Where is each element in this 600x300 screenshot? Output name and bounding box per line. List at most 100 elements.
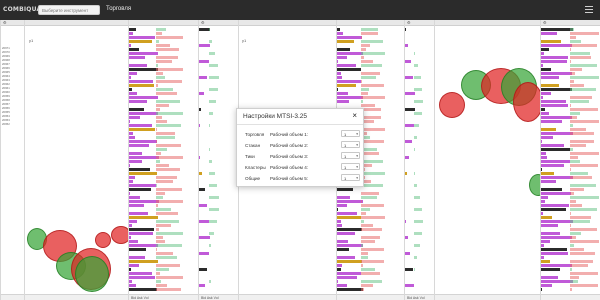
ask-volume-bar xyxy=(570,108,598,111)
bid-volume-bar xyxy=(541,280,573,283)
bid-volume-bar xyxy=(129,188,151,191)
volume-select-3[interactable]: 1 ▾ xyxy=(341,152,360,159)
ask-volume-bar xyxy=(156,48,179,51)
ask-volume-bar xyxy=(361,260,384,263)
volume-select-1[interactable]: 1 ▾ xyxy=(341,130,360,137)
ask-volume-bar xyxy=(209,112,213,115)
volume-select-4[interactable]: 1 ▾ xyxy=(341,163,360,170)
bid-volume-bar xyxy=(129,152,142,155)
instrument-select[interactable]: Выберите инструмент xyxy=(38,5,100,15)
ask-volume-bar xyxy=(570,40,581,43)
ask-volume-bar xyxy=(570,192,574,195)
ask-volume-bar xyxy=(361,32,378,35)
bid-volume-bar xyxy=(129,268,131,271)
ask-volume-bar xyxy=(414,52,415,55)
ask-volume-bar xyxy=(361,76,376,79)
bid-volume-bar xyxy=(541,192,571,195)
bid-volume-bar xyxy=(129,92,137,95)
bid-volume-bar xyxy=(199,284,205,287)
ask-volume-bar xyxy=(156,32,162,35)
bid-volume-bar xyxy=(541,144,564,147)
setting-label: Рабочий объем 5: xyxy=(270,176,309,181)
ask-volume-bar xyxy=(361,104,375,107)
bid-volume-bar xyxy=(129,196,140,199)
ask-volume-bar xyxy=(414,208,422,211)
bid-volume-bar xyxy=(405,172,407,175)
volume-select-5[interactable]: 1 ▾ xyxy=(341,174,360,181)
setting-tab-general[interactable]: Общие xyxy=(245,176,260,181)
bid-volume-bar xyxy=(337,264,342,267)
settings-icon[interactable]: ⚙ xyxy=(407,20,411,25)
ask-volume-bar xyxy=(570,220,590,223)
bid-volume-bar xyxy=(541,164,564,167)
settings-icon[interactable]: ⚙ xyxy=(201,20,205,25)
bid-volume-bar xyxy=(129,40,152,43)
ask-volume-bar xyxy=(414,172,415,175)
footer-ask-label: Ask xyxy=(206,296,213,300)
chevron-down-icon: ▾ xyxy=(356,132,358,136)
ask-volume-bar xyxy=(156,120,167,123)
ask-volume-bar xyxy=(414,112,422,115)
bid-volume-bar xyxy=(541,132,573,135)
ask-volume-bar xyxy=(361,36,362,39)
ask-volume-bar xyxy=(570,104,571,107)
setting-tab-book[interactable]: Стакан xyxy=(245,143,260,148)
bid-volume-bar xyxy=(129,136,135,139)
setting-tab-clusters[interactable]: Кластеры xyxy=(245,165,266,170)
ask-volume-bar xyxy=(209,124,210,127)
ask-volume-bar xyxy=(361,40,383,43)
bid-volume-bar xyxy=(199,268,207,271)
close-icon[interactable]: × xyxy=(352,111,357,120)
ask-volume-bar xyxy=(156,148,167,151)
ask-volume-bar xyxy=(156,268,169,271)
menu-icon[interactable] xyxy=(585,6,593,13)
setting-tab-trading[interactable]: Торговля xyxy=(245,132,264,137)
bid-volume-bar xyxy=(337,100,349,103)
bid-volume-bar xyxy=(541,116,572,119)
bid-volume-bar xyxy=(541,284,552,287)
bid-volume-bar xyxy=(129,48,139,51)
footer-bid-label: Bid xyxy=(131,296,137,300)
bid-volume-bar xyxy=(129,116,140,119)
ask-volume-bar xyxy=(156,232,183,235)
ask-volume-bar xyxy=(361,288,364,291)
ask-volume-bar xyxy=(209,220,217,223)
bid-volume-bar xyxy=(129,232,153,235)
ask-volume-bar xyxy=(156,72,163,75)
ask-volume-bar xyxy=(570,48,571,51)
top-bar: COMBIQUANT Выберите инструмент Торговля xyxy=(0,0,600,20)
volume-select-2[interactable]: 1 ▾ xyxy=(341,141,360,148)
ask-volume-bar xyxy=(361,236,380,239)
ask-volume-bar xyxy=(570,208,597,211)
panel-dom: ⚙ Bid Ask Vol xyxy=(198,20,238,300)
footer-ask-label: Ask xyxy=(136,296,143,300)
bid-volume-bar xyxy=(541,52,544,55)
ask-volume-bar xyxy=(570,264,588,267)
bid-volume-bar xyxy=(199,92,204,95)
bid-volume-bar xyxy=(199,124,200,127)
bid-volume-bar xyxy=(541,72,572,75)
ask-volume-bar xyxy=(156,248,157,251)
bid-volume-bar xyxy=(199,236,210,239)
chevron-down-icon: ▾ xyxy=(356,165,358,169)
bid-volume-bar xyxy=(129,88,132,91)
ask-volume-bar xyxy=(209,244,211,247)
ask-volume-bar xyxy=(570,236,576,239)
bid-volume-bar xyxy=(337,196,350,199)
panel-cluster-bars-3: ⚙ xyxy=(540,20,600,300)
ask-volume-bar xyxy=(414,88,422,91)
bid-volume-bar xyxy=(199,188,205,191)
bid-volume-bar xyxy=(129,164,130,167)
trades-link[interactable]: Торговля xyxy=(106,6,131,12)
bid-volume-bar xyxy=(199,172,202,175)
ask-volume-bar xyxy=(361,80,362,83)
ask-volume-bar xyxy=(156,144,181,147)
setting-tab-ticks[interactable]: Тики xyxy=(245,154,255,159)
ask-volume-bar xyxy=(156,192,165,195)
bid-volume-bar xyxy=(129,64,147,67)
bid-volume-bar xyxy=(129,124,152,127)
settings-icon[interactable]: ⚙ xyxy=(3,20,7,25)
ask-volume-bar xyxy=(361,72,380,75)
bid-volume-bar xyxy=(541,220,573,223)
settings-icon[interactable]: ⚙ xyxy=(543,20,547,25)
